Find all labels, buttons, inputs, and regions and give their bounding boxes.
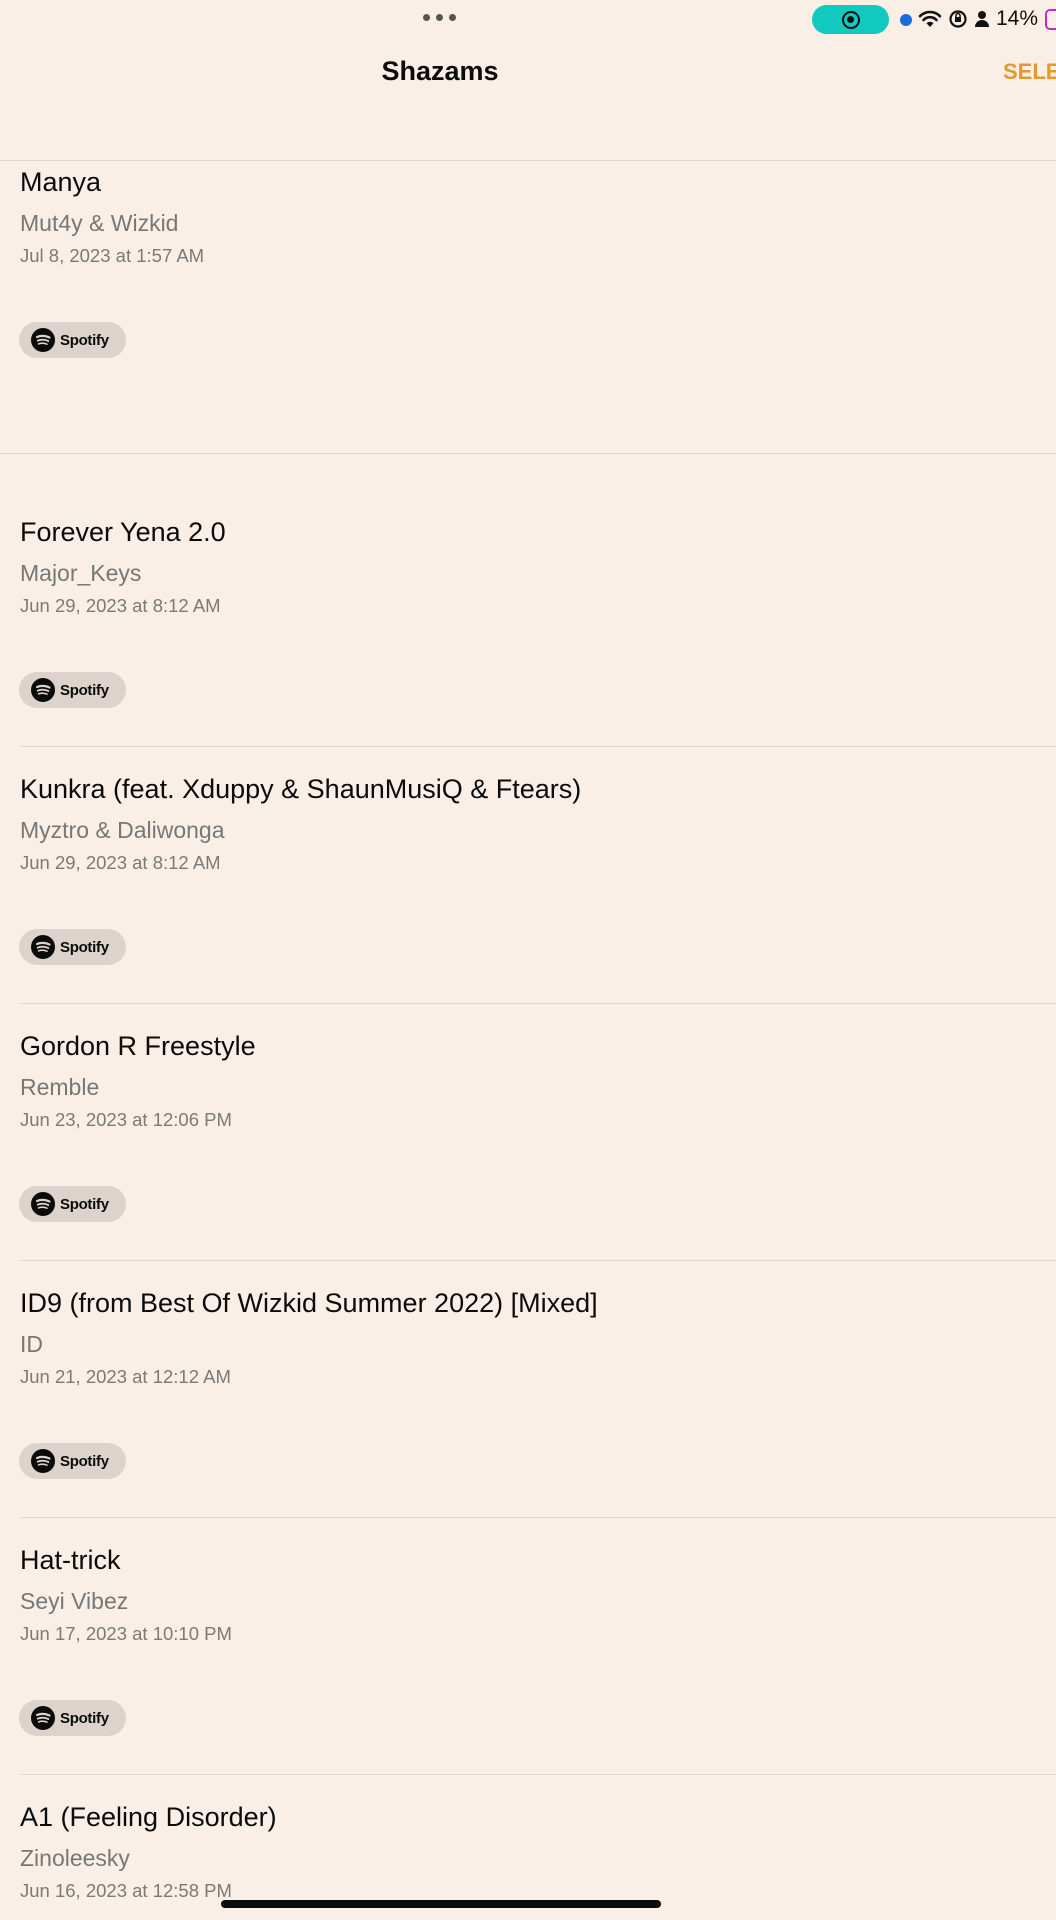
spotify-label: Spotify	[60, 938, 109, 956]
spotify-icon	[31, 1706, 55, 1730]
person-icon	[975, 11, 989, 27]
battery-icon	[1045, 9, 1056, 30]
page-title: Shazams	[381, 56, 499, 86]
shazam-date: Jun 29, 2023 at 8:12 AM	[20, 595, 221, 616]
spotify-button[interactable]: Spotify	[19, 322, 126, 358]
song-title: Manya	[20, 167, 102, 197]
spotify-label: Spotify	[60, 1452, 109, 1470]
spotify-button[interactable]: Spotify	[19, 672, 126, 708]
song-artist: ID	[20, 1331, 43, 1357]
song-title: Gordon R Freestyle	[20, 1031, 256, 1061]
shazam-date: Jun 23, 2023 at 12:06 PM	[20, 1109, 232, 1130]
song-artist: Mut4y & Wizkid	[20, 210, 179, 236]
divider	[0, 453, 1056, 454]
song-artist: Major_Keys	[20, 560, 142, 586]
divider	[20, 1517, 1056, 1518]
spotify-label: Spotify	[60, 1709, 109, 1727]
divider	[0, 160, 1056, 161]
divider	[20, 746, 1056, 747]
spotify-button[interactable]: Spotify	[19, 1186, 126, 1222]
orientation-lock-icon	[949, 10, 967, 28]
divider	[20, 1260, 1056, 1261]
shazam-date: Jun 17, 2023 at 10:10 PM	[20, 1623, 232, 1644]
song-artist: Seyi Vibez	[20, 1588, 129, 1614]
spotify-icon	[31, 328, 55, 352]
song-artist: Myztro & Daliwonga	[20, 817, 225, 843]
battery-percentage: 14%	[996, 7, 1039, 30]
home-indicator[interactable]	[221, 1900, 661, 1908]
shazam-date: Jun 29, 2023 at 8:12 AM	[20, 852, 221, 873]
select-button[interactable]: SELE	[1003, 59, 1056, 85]
spotify-icon	[31, 678, 55, 702]
wifi-icon	[918, 10, 942, 27]
more-dots-icon[interactable]	[423, 14, 456, 21]
screen-recording-indicator[interactable]	[812, 5, 889, 34]
spotify-icon	[31, 1192, 55, 1216]
location-dot-icon	[900, 14, 912, 26]
spotify-label: Spotify	[60, 331, 109, 349]
song-title: A1 (Feeling Disorder)	[20, 1802, 277, 1832]
divider	[20, 1774, 1056, 1775]
song-title: ID9 (from Best Of Wizkid Summer 2022) [M…	[20, 1288, 598, 1318]
spotify-label: Spotify	[60, 1195, 109, 1213]
spotify-button[interactable]: Spotify	[19, 1700, 126, 1736]
shazam-date: Jun 21, 2023 at 12:12 AM	[20, 1366, 231, 1387]
song-artist: Zinoleesky	[20, 1845, 130, 1871]
divider	[20, 1003, 1056, 1004]
song-title: Forever Yena 2.0	[20, 517, 226, 547]
song-artist: Remble	[20, 1074, 100, 1100]
song-title: Kunkra (feat. Xduppy & ShaunMusiQ & Ftea…	[20, 774, 582, 804]
spotify-button[interactable]: Spotify	[19, 1443, 126, 1479]
spotify-button[interactable]: Spotify	[19, 929, 126, 965]
spotify-icon	[31, 1449, 55, 1473]
song-title: Hat-trick	[20, 1545, 121, 1575]
spotify-label: Spotify	[60, 681, 109, 699]
shazam-date: Jul 8, 2023 at 1:57 AM	[20, 245, 205, 266]
status-bar: 14%	[0, 0, 1056, 40]
shazam-date: Jun 16, 2023 at 12:58 PM	[20, 1880, 232, 1901]
spotify-icon	[31, 935, 55, 959]
